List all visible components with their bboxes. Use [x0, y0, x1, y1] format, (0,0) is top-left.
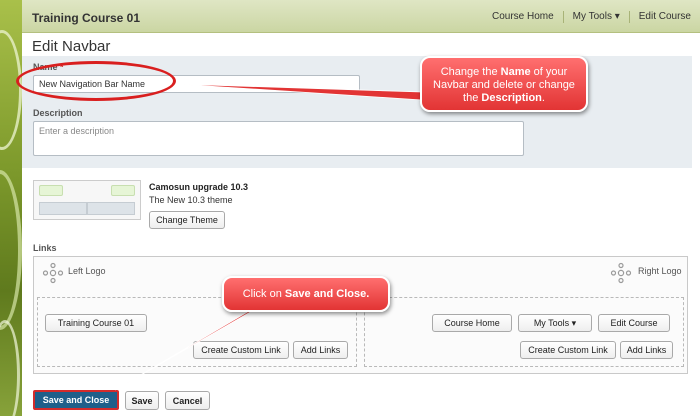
navbar-menu: Course Home My Tools ▾ Edit Course [483, 0, 700, 33]
link-edit-course[interactable]: Edit Course [598, 314, 670, 332]
left-add-links-button[interactable]: Add Links [293, 341, 348, 359]
save-callout: Click on Save and Close. [222, 276, 390, 312]
link-my-tools[interactable]: My Tools ▾ [518, 314, 592, 332]
left-logo-label: Left Logo [68, 266, 106, 276]
cancel-button[interactable]: Cancel [165, 391, 210, 410]
links-label: Links [33, 243, 57, 253]
course-title[interactable]: Training Course 01 [32, 11, 140, 25]
right-create-custom-link-button[interactable]: Create Custom Link [520, 341, 616, 359]
right-logo-icon[interactable] [610, 262, 632, 284]
description-textarea[interactable]: Enter a description [33, 121, 524, 156]
right-add-links-button[interactable]: Add Links [620, 341, 673, 359]
nav-edit-course[interactable]: Edit Course [628, 10, 700, 23]
link-course-home[interactable]: Course Home [432, 314, 512, 332]
theme-subtitle: The New 10.3 theme [149, 195, 233, 205]
name-callout: Change the Name of your Navbar and delet… [420, 56, 588, 112]
save-and-close-button[interactable]: Save and Close [33, 390, 119, 410]
change-theme-button[interactable]: Change Theme [149, 211, 225, 229]
left-logo-icon[interactable] [42, 262, 64, 284]
theme-name: Camosun upgrade 10.3 [149, 182, 249, 192]
course-navbar: Training Course 01 Course Home My Tools … [22, 0, 700, 33]
save-button[interactable]: Save [125, 391, 159, 410]
name-highlight-oval [16, 61, 176, 101]
left-decoration [0, 0, 22, 416]
nav-course-home[interactable]: Course Home [483, 11, 563, 23]
right-logo-label: Right Logo [638, 266, 682, 276]
link-training-course[interactable]: Training Course 01 [45, 314, 147, 332]
nav-my-tools[interactable]: My Tools ▾ [562, 10, 629, 23]
description-label: Description [33, 108, 83, 118]
page-title: Edit Navbar [32, 38, 111, 55]
theme-preview [33, 180, 141, 220]
left-create-custom-link-button[interactable]: Create Custom Link [193, 341, 289, 359]
